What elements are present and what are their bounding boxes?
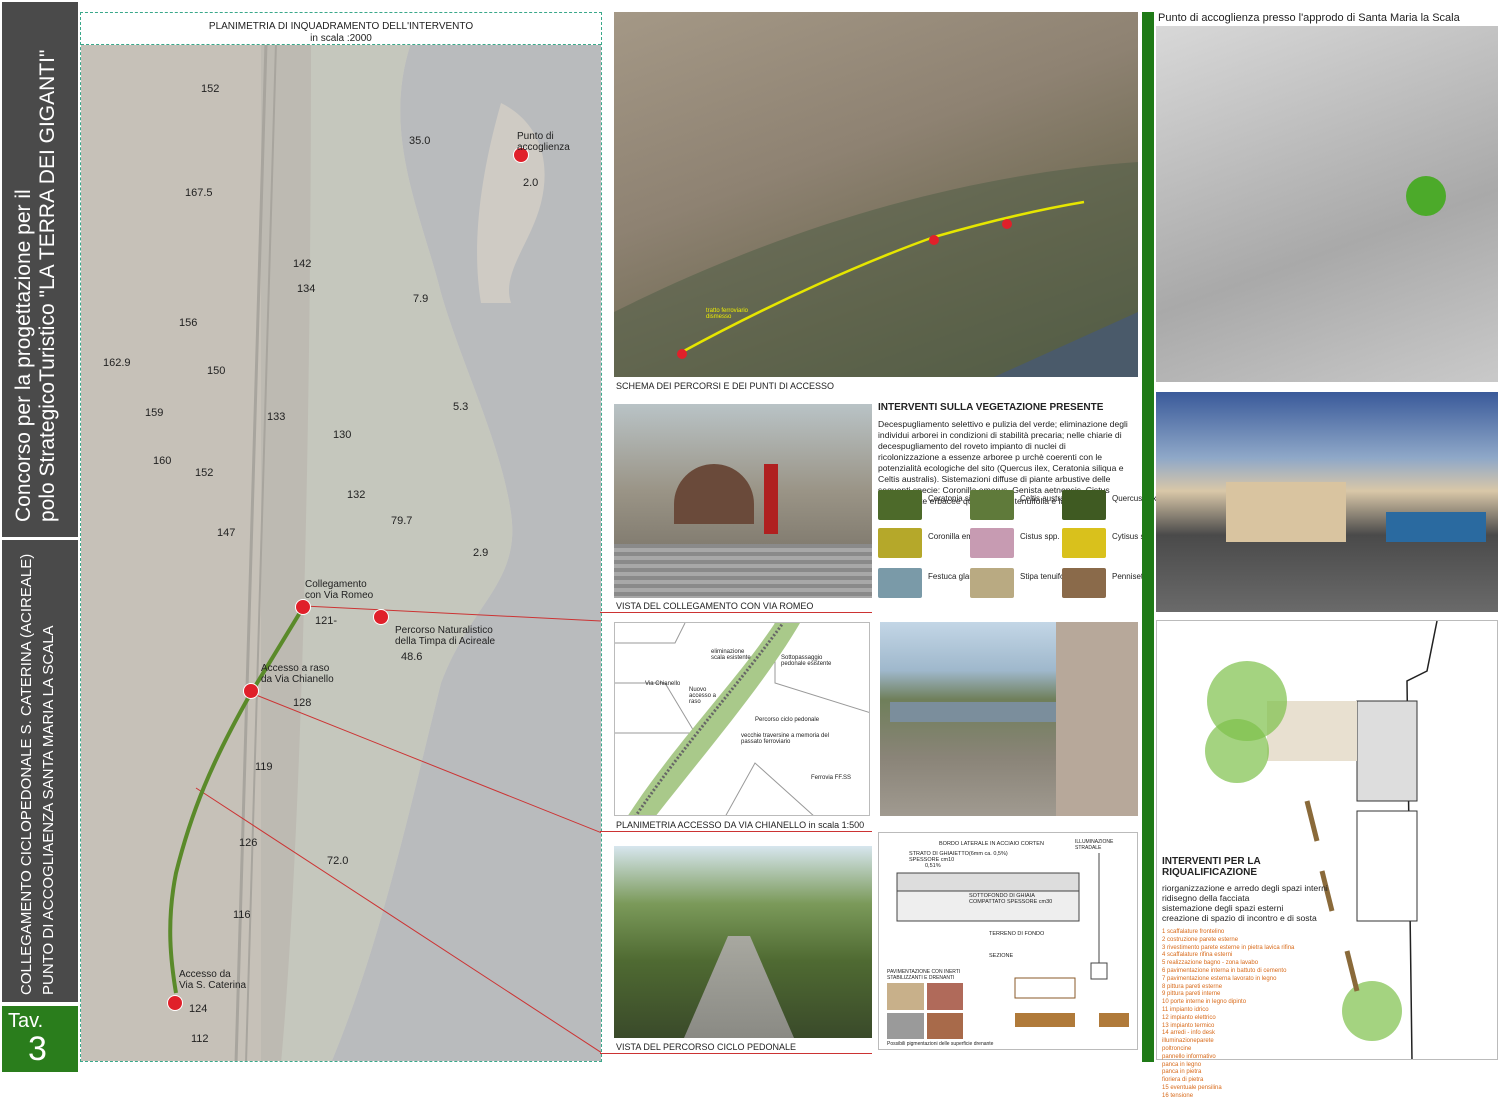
tav-badge: Tav. 3	[2, 1006, 78, 1072]
elevation-label: 7.9	[413, 293, 429, 305]
tav-number: 3	[28, 1030, 47, 1068]
plant-item: Cistus spp.	[970, 528, 1060, 558]
plan-label: Sottopassaggio pedonale esistente	[781, 655, 832, 667]
elevation-label: 133	[267, 411, 286, 423]
aerial-routes	[614, 162, 1138, 377]
section-label: SEZIONE	[989, 953, 1014, 959]
route-label: tratto ferroviario dismesso	[706, 308, 749, 320]
elevation-label: 116	[233, 909, 251, 921]
elevation-label: 142	[293, 258, 312, 270]
vegetation-title: INTERVENTI SULLA VEGETAZIONE PRESENTE	[878, 402, 1104, 413]
point-via-s-caterina[interactable]	[167, 995, 183, 1011]
plant-item: Cytisus spp	[1062, 528, 1153, 558]
section-label: 0,51%	[925, 863, 941, 869]
plant-item: Pennisetum setaceum	[1062, 568, 1191, 598]
elevation-label: 112	[191, 1033, 209, 1045]
elevation-label: 79.7	[391, 515, 413, 527]
section-label: PAVIMENTAZIONE CON INERTI STABILIZZANTI …	[887, 969, 961, 981]
plan-label: Ferrovia FF.SS	[811, 775, 852, 781]
interventi-block: INTERVENTI PER LA RIQUALIFICAZIONE riorg…	[1162, 856, 1342, 1101]
site-aerial	[1156, 26, 1498, 382]
section-label: ILLUMINAZIONE STRADALE	[1075, 839, 1114, 851]
elevation-label: 150	[207, 365, 226, 377]
pigment-swatches	[887, 983, 963, 1039]
plan-label: Percorso ciclo pedonale	[755, 717, 820, 723]
elevation-label: 124	[189, 1003, 208, 1015]
elevation-label: 72.0	[327, 855, 349, 867]
aerial-photo: tratto ferroviario dismesso	[614, 12, 1138, 377]
elevation-label: 152	[195, 467, 214, 479]
map-drawing	[81, 43, 601, 1061]
elevation-label: 156	[179, 317, 198, 329]
elevation-label: 121-	[315, 615, 338, 627]
competition-title: Concorso per la progettazione per il pol…	[12, 49, 59, 522]
elevation-label: 126	[239, 837, 258, 849]
map-panel: PLANIMETRIA DI INQUADRAMENTO DELL'INTERV…	[80, 12, 602, 1062]
accent-bar	[1142, 12, 1154, 1062]
point-label: Accesso da Via S. Caterina	[179, 969, 247, 991]
photo-via-romeo	[614, 404, 872, 598]
elevation-label: 159	[145, 407, 164, 419]
section-label: BORDO LATERALE IN ACCIAIO CORTEN	[939, 841, 1044, 847]
sidebar: Concorso per la progettazione per il pol…	[2, 2, 78, 1072]
point-label: Punto di accoglienza	[517, 131, 570, 153]
plant-item: Celtis australis	[970, 490, 1072, 520]
elevation-label: 2.0	[523, 177, 539, 189]
elevation-label: 147	[217, 527, 236, 539]
caption-underline	[600, 1053, 872, 1054]
photo-street	[880, 622, 1138, 816]
elevation-label: 132	[347, 489, 366, 501]
plant-item: Coronilla emerus	[878, 528, 988, 558]
caption-underline	[600, 831, 872, 832]
elevation-label: 130	[333, 429, 352, 441]
elevation-label: 5.3	[453, 401, 469, 413]
elevation-label: 2.9	[473, 547, 489, 559]
render-accoglienza	[1156, 392, 1498, 612]
section-label: TERRENO DI FONDO	[989, 931, 1045, 937]
point-label: Collegamento con Via Romeo	[305, 579, 374, 601]
caption-romeo: VISTA DEL COLLEGAMENTO CON VIA ROMEO	[616, 601, 814, 611]
plant-item: Ceratonia siliqua	[878, 490, 988, 520]
elevation-label: 160	[153, 455, 172, 467]
plan-label: Via Chianello	[645, 681, 681, 687]
elevation-label: 162.9	[103, 357, 131, 369]
elevation-label: 48.6	[401, 651, 423, 663]
plant-item: Quercus ilex	[1062, 490, 1156, 520]
plan-label: eliminazione scala esistente	[711, 649, 751, 661]
point-percorso-naturalistico[interactable]	[373, 609, 389, 625]
elevation-label: 167.5	[185, 187, 213, 199]
interventi-list: riorganizzazione e arredo degli spazi in…	[1162, 883, 1328, 923]
plant-item: Festuca glauca	[878, 568, 982, 598]
subtitle-panel: COLLEGAMENTO CICLOPEDONALE S. CATERINA (…	[2, 540, 78, 1002]
plan-label: Nuovo accesso a raso	[689, 687, 717, 705]
section-label: STRATO DI GHIAIETTO(6mm ca. 0,5%) SPESSO…	[909, 851, 1008, 863]
section-drawing: BORDO LATERALE IN ACCIAIO CORTEN STRATO …	[878, 832, 1138, 1050]
title-panel: Concorso per la progettazione per il pol…	[2, 2, 78, 537]
plant-item: Stipa tenuifolia	[970, 568, 1072, 598]
section-label: Possibili pigmentazioni delle superficie…	[887, 1041, 994, 1047]
point-label: Percorso Naturalistico della Timpa di Aci…	[395, 625, 496, 647]
map-title: PLANIMETRIA DI INQUADRAMENTO DELL'INTERV…	[81, 13, 601, 45]
section-label: SOTTOFONDO DI GHIAIA COMPATTATO SPESSORE…	[969, 893, 1053, 905]
point-label: Accesso a raso da Via Chianello	[261, 663, 334, 685]
elevation-label: 134	[297, 283, 316, 295]
elevation-label: 152	[201, 83, 220, 95]
caption-underline	[600, 612, 872, 613]
elevation-label: 119	[255, 761, 273, 773]
point-via-chianello[interactable]	[243, 683, 259, 699]
point-via-romeo[interactable]	[295, 599, 311, 615]
elevation-label: 128	[293, 697, 312, 709]
caption-chianello: PLANIMETRIA ACCESSO DA VIA CHIANELLO in …	[616, 820, 865, 830]
plan-chianello: Via Chianello Nuovo accesso a raso elimi…	[614, 622, 870, 816]
elevation-label: 35.0	[409, 135, 431, 147]
interventi-title: INTERVENTI PER LA RIQUALIFICAZIONE	[1162, 856, 1261, 878]
photo-percorso	[614, 846, 872, 1038]
project-subtitle: COLLEGAMENTO CICLOPEDONALE S. CATERINA (…	[18, 553, 57, 995]
aerial-caption: SCHEMA DEI PERCORSI E DEI PUNTI DI ACCES…	[616, 381, 835, 391]
right-title: Punto di accoglienza presso l'approdo di…	[1158, 12, 1460, 24]
aerial-map	[81, 43, 601, 1061]
caption-percorso: VISTA DEL PERCORSO CICLO PEDONALE	[616, 1042, 797, 1052]
plan-label: vecchie traversine a memoria del passato…	[741, 733, 830, 745]
